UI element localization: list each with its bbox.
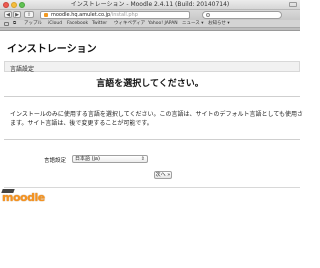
bookmark-facebook[interactable]: Facebook bbox=[67, 21, 88, 27]
fullscreen-icon[interactable] bbox=[289, 2, 297, 7]
info-text-line-1: インストールのみに使用する言語を選択してください。この言語は、サイトのデフォルト… bbox=[10, 111, 304, 118]
bookmark-notice-folder[interactable]: お知らせ ▾ bbox=[208, 21, 230, 27]
bookmark-wikipedia[interactable]: ウィキペディア bbox=[114, 21, 145, 27]
back-button[interactable]: ◀ bbox=[4, 11, 12, 18]
bookmark-icloud[interactable]: iCloud bbox=[48, 21, 62, 27]
bookmarks-icon[interactable]: ⧉ bbox=[13, 21, 16, 27]
browser-toolbar: ◀ ▶ ⇪ moodle.hq.amulet.co.jp/install.php bbox=[0, 10, 300, 20]
bookmark-twitter[interactable]: Twitter bbox=[92, 21, 107, 27]
moodle-logo-text: moodle bbox=[2, 191, 45, 204]
page-title: インストレーション bbox=[7, 44, 97, 55]
chevron-updown-icon: ⇕ bbox=[140, 156, 145, 162]
language-selected-value: 日本語 (ja) bbox=[75, 156, 100, 162]
bookmark-news-folder[interactable]: ニュース ▾ bbox=[182, 21, 203, 27]
site-favicon-icon bbox=[44, 13, 48, 17]
tab-strip bbox=[0, 28, 300, 31]
bookmark-apple[interactable]: アップル bbox=[24, 21, 42, 27]
next-button[interactable]: 次へ » bbox=[154, 171, 172, 179]
language-heading: 言語を選択してください。 bbox=[96, 79, 204, 89]
bookmark-yahoo-japan[interactable]: Yahoo! JAPAN bbox=[148, 21, 178, 27]
language-label: 言語設定 bbox=[44, 158, 67, 164]
section-label: 言語設定 bbox=[10, 66, 35, 73]
bookmarks-bar: ⧉ アップル iCloud Facebook Twitter ウィキペディア Y… bbox=[0, 20, 300, 28]
share-button[interactable]: ⇪ bbox=[24, 11, 34, 18]
info-text: インストールのみに使用する言語を選択してください。この言語は、サイトのデフォルト… bbox=[10, 110, 304, 128]
info-text-line-2: ます。サイト言語は、後で変更することが可能です。 bbox=[10, 120, 153, 127]
url-path: /install.php bbox=[110, 12, 138, 18]
url-host: moodle.hq.amulet.co.jp bbox=[51, 12, 111, 18]
address-bar[interactable]: moodle.hq.amulet.co.jp/install.php bbox=[40, 11, 190, 19]
section-header: 言語設定 bbox=[4, 61, 300, 73]
window-titlebar: インストレーション - Moodle 2.4.11 (Build: 201407… bbox=[0, 0, 300, 10]
info-box: インストールのみに使用する言語を選択してください。この言語は、サイトのデフォルト… bbox=[4, 96, 304, 140]
search-icon bbox=[206, 13, 210, 17]
window-title: インストレーション - Moodle 2.4.11 (Build: 201407… bbox=[70, 1, 230, 8]
footer-divider bbox=[4, 187, 300, 188]
search-input[interactable] bbox=[202, 11, 282, 19]
show-bookmarks-icon[interactable] bbox=[4, 22, 9, 26]
language-select[interactable]: 日本語 (ja) ⇕ bbox=[72, 155, 148, 163]
forward-button[interactable]: ▶ bbox=[13, 11, 21, 18]
language-row: 言語設定 日本語 (ja) ⇕ bbox=[0, 154, 300, 164]
